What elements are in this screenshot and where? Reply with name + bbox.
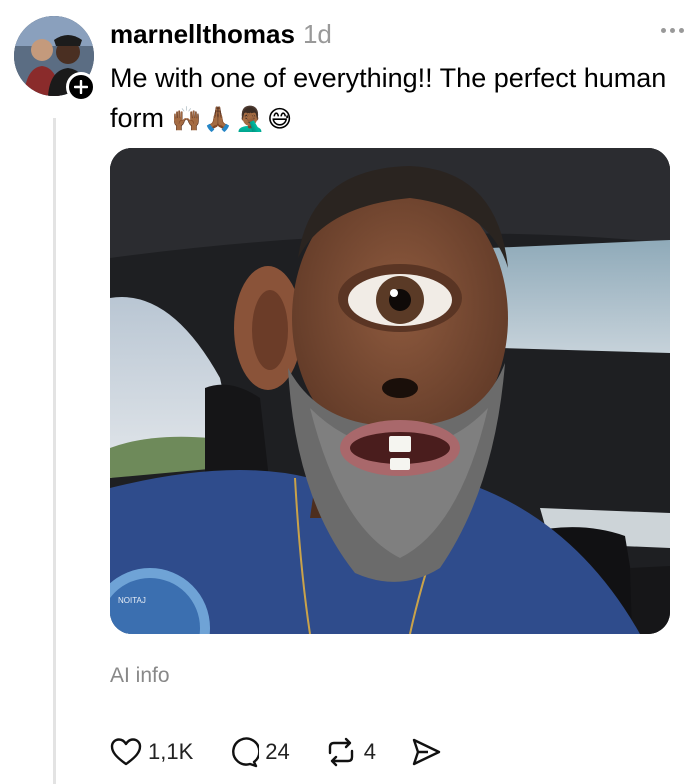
repost-button[interactable]: 4 (324, 737, 376, 767)
more-options-icon[interactable] (661, 28, 684, 33)
post-image[interactable]: NOITAJ (110, 148, 670, 634)
ai-info-label[interactable]: AI info (110, 664, 170, 688)
share-icon (412, 738, 441, 766)
follow-button[interactable] (66, 72, 96, 102)
comment-icon (232, 737, 260, 768)
shirt-badge-text: NOITAJ (118, 596, 146, 605)
post-actions: 1,1K 24 4 (110, 734, 476, 770)
like-button[interactable]: 1,1K (110, 737, 193, 767)
caption-emojis: 🙌🏾🙏🏾🤦🏾‍♂️😅 (171, 106, 295, 133)
comment-count: 24 (265, 739, 290, 764)
share-button[interactable] (410, 737, 442, 767)
comment-button[interactable]: 24 (227, 736, 290, 768)
post-header: marnellthomas 1d (110, 18, 332, 50)
like-count: 1,1K (148, 739, 194, 764)
cyclops-face-photo: NOITAJ (110, 148, 670, 634)
plus-icon (74, 80, 88, 94)
heart-icon (110, 738, 142, 766)
repost-icon (328, 737, 353, 767)
repost-count: 4 (363, 739, 376, 764)
post-time: 1d (302, 19, 332, 49)
username[interactable]: marnellthomas (110, 18, 295, 50)
post-caption: Me with one of everything!! The perfect … (110, 58, 680, 140)
thread-line (53, 118, 56, 784)
